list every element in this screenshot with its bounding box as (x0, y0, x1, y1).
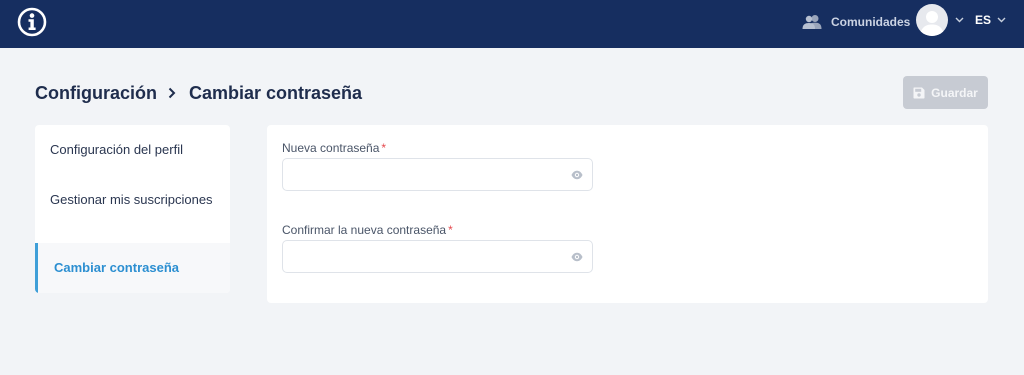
info-logo-icon[interactable] (17, 7, 47, 37)
communities-link[interactable]: Comunidades (802, 12, 910, 32)
breadcrumb: Configuración Cambiar contraseña (35, 81, 362, 105)
sidebar-item-label: Gestionar mis suscripciones (50, 192, 213, 207)
chevron-down-icon[interactable] (955, 17, 964, 23)
language-selector[interactable]: ES (975, 13, 991, 27)
sidebar-item-manage-subscriptions[interactable]: Gestionar mis suscripciones (35, 175, 230, 243)
sidebar-item-change-password[interactable]: Cambiar contraseña (35, 243, 230, 293)
sidebar-item-label: Cambiar contraseña (54, 260, 179, 275)
save-button[interactable]: Guardar (903, 76, 988, 109)
chevron-right-icon (168, 87, 176, 99)
required-asterisk: * (381, 141, 387, 155)
page-title: Cambiar contraseña (189, 82, 363, 103)
change-password-form: Nueva contraseña * Confirmar la nueva con… (267, 125, 988, 303)
floppy-disk-icon (913, 87, 925, 98)
eye-icon[interactable] (571, 252, 583, 262)
users-icon (802, 15, 822, 29)
top-navbar: Comunidades ES (0, 0, 1024, 48)
user-silhouette-icon (920, 11, 944, 36)
breadcrumb-parent[interactable]: Configuración (35, 83, 157, 104)
save-button-label: Guardar (931, 85, 978, 100)
new-password-label-text: Nueva contraseña (282, 141, 380, 155)
settings-sidebar: Configuración del perfil Gestionar mis s… (35, 125, 230, 293)
chevron-down-icon[interactable] (997, 17, 1006, 23)
new-password-field (282, 158, 593, 191)
sidebar-item-profile-settings[interactable]: Configuración del perfil (35, 125, 230, 175)
confirm-password-label: Confirmar la nueva contraseña * (282, 223, 453, 237)
confirm-password-label-text: Confirmar la nueva contraseña (282, 223, 447, 237)
confirm-password-input[interactable] (283, 241, 592, 272)
communities-label: Comunidades (831, 15, 911, 29)
user-avatar[interactable] (916, 4, 948, 36)
sidebar-item-label: Configuración del perfil (50, 142, 183, 157)
confirm-password-field (282, 240, 593, 273)
new-password-input[interactable] (283, 159, 592, 190)
eye-icon[interactable] (571, 170, 583, 180)
new-password-label: Nueva contraseña * (282, 141, 386, 155)
required-asterisk: * (448, 223, 453, 237)
